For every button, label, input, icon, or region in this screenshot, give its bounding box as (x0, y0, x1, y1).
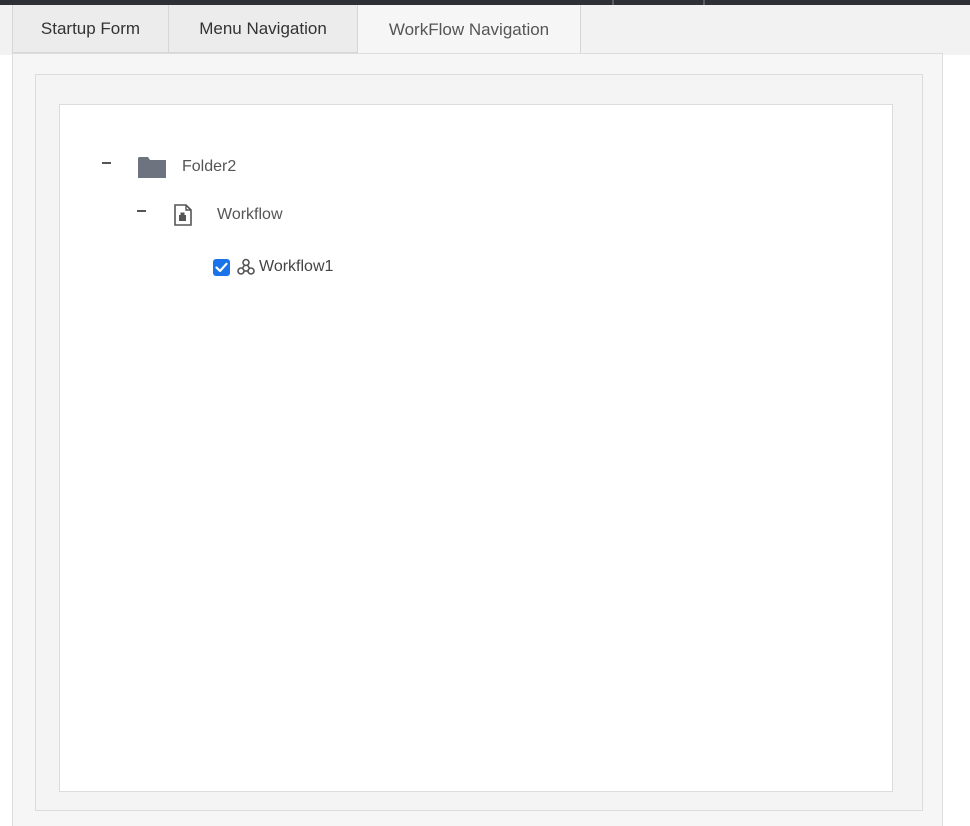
workflow-navigation-container: Folder2 Workflow Workflow1 (35, 74, 923, 811)
tree-node-folder2[interactable]: Folder2 (138, 153, 236, 181)
tab-label: Menu Navigation (199, 18, 327, 38)
tab-content-panel: Folder2 Workflow Workflow1 (12, 53, 943, 826)
tab-label: Startup Form (40, 18, 141, 38)
tree-node-workflow1[interactable]: Workflow1 (213, 253, 333, 281)
tree-node-label: Workflow (217, 206, 283, 223)
tab-label: WorkFlow Navigation (388, 20, 550, 39)
check-icon (215, 262, 228, 272)
tab-menu-navigation[interactable]: Menu Navigation (168, 5, 358, 53)
workflow-icon (237, 258, 255, 276)
folder-icon (138, 156, 166, 178)
document-icon (173, 204, 193, 226)
collapse-toggle-workflow[interactable] (137, 210, 146, 212)
tree-node-workflow[interactable]: Workflow (173, 201, 283, 229)
collapse-toggle-folder2[interactable] (102, 162, 111, 164)
tree-node-label: Folder2 (182, 158, 237, 175)
workflow-tree-view: Folder2 Workflow Workflow1 (59, 104, 893, 792)
tab-startup-form[interactable]: Startup Form (12, 5, 169, 53)
tab-bar: Startup Form Menu Navigation WorkFlow Na… (0, 5, 970, 55)
tab-workflow-navigation[interactable]: WorkFlow Navigation (357, 5, 581, 55)
tree-node-label: Workflow1 (259, 258, 334, 275)
workflow1-checkbox[interactable] (213, 258, 230, 276)
